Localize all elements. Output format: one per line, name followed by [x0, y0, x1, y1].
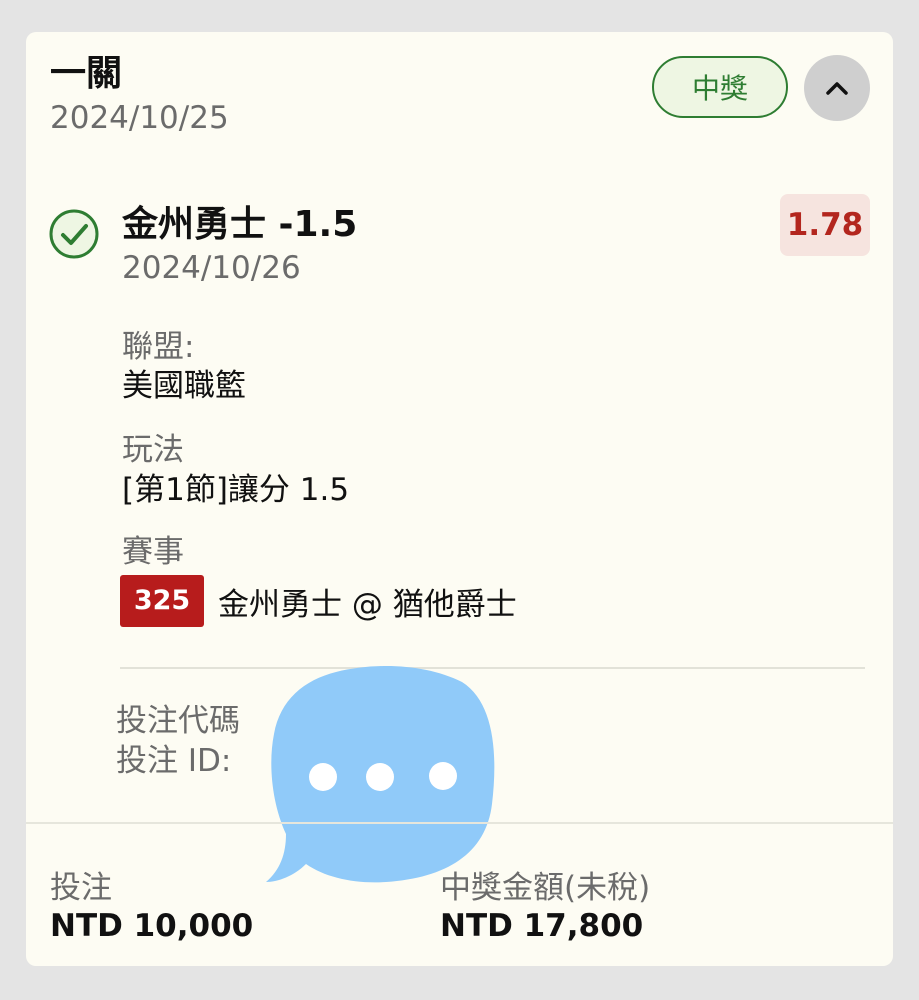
event-label: 賽事 [122, 534, 184, 570]
bet-id-label: 投注 ID: [116, 743, 232, 779]
match-name: 金州勇士 @ 猶他爵士 [218, 586, 517, 623]
match-row: 325 金州勇士 @ 猶他爵士 [120, 574, 517, 628]
payout-value: NTD 17,800 [440, 908, 644, 944]
league-value: 美國職籃 [122, 368, 246, 404]
check-circle-icon [49, 209, 99, 259]
play-type-label: 玩法 [122, 432, 184, 468]
odds-badge: 1.78 [780, 194, 870, 256]
league-label: 聯盟: [122, 329, 195, 365]
selection-date: 2024/10/26 [122, 250, 301, 286]
bet-type: 一關 [50, 53, 123, 94]
stake-value: NTD 10,000 [50, 908, 254, 944]
divider [26, 822, 893, 824]
play-type-value: [第1節]讓分 1.5 [122, 472, 350, 508]
match-number-badge: 325 [120, 575, 204, 627]
chevron-up-icon [826, 82, 848, 95]
chat-bubble-icon[interactable] [266, 664, 498, 888]
selection-title: 金州勇士 -1.5 [122, 204, 358, 245]
collapse-button[interactable] [804, 55, 870, 121]
bet-card: 一關 2024/10/25 中獎 金州勇士 -1.5 2024/10/26 1.… [26, 32, 893, 966]
payout-label: 中獎金額(未稅) [440, 870, 651, 906]
status-badge: 中獎 [652, 56, 788, 118]
bet-code-label: 投注代碼 [116, 703, 240, 739]
bet-date: 2024/10/25 [50, 100, 229, 136]
stake-label: 投注 [50, 870, 112, 906]
